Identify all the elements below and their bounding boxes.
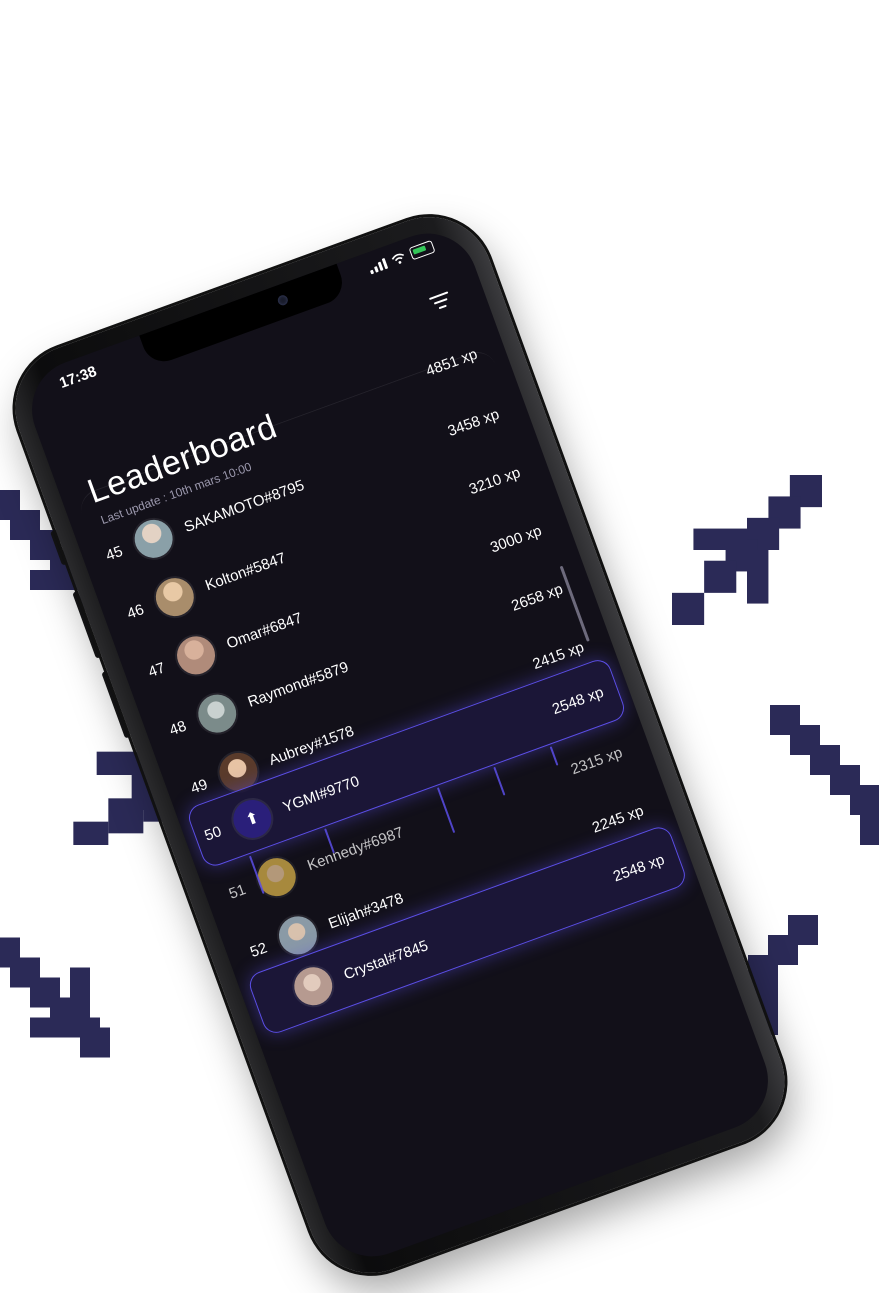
avatar xyxy=(252,852,302,902)
wifi-icon xyxy=(391,253,404,264)
xp-value: 2548 xp xyxy=(610,850,667,885)
xp-value: 3210 xp xyxy=(466,463,523,498)
xp-value: 4851 xp xyxy=(423,345,480,380)
rank-number xyxy=(258,995,290,1007)
rank-number: 45 xyxy=(103,542,125,565)
xp-value: 2658 xp xyxy=(509,580,566,615)
rank-number: 47 xyxy=(145,658,168,681)
avatar xyxy=(129,514,178,564)
rank-number: 50 xyxy=(202,822,224,845)
rank-number: 49 xyxy=(188,775,210,798)
pixel-sword-icon xyxy=(672,475,822,625)
rank-number: 46 xyxy=(124,600,147,623)
xp-value: 3000 xp xyxy=(487,521,544,557)
avatar xyxy=(171,631,221,680)
rank-number: 48 xyxy=(167,717,189,739)
xp-value: 2315 xp xyxy=(568,743,625,778)
status-time: 17:38 xyxy=(57,362,99,392)
rank-number: 52 xyxy=(247,938,270,961)
pixel-sword-icon xyxy=(770,705,879,845)
rank-number: 51 xyxy=(226,880,249,903)
avatar xyxy=(192,689,242,738)
rank-number xyxy=(76,487,108,499)
avatar xyxy=(150,572,200,622)
arrow-up-icon: ⬆ xyxy=(228,794,277,844)
xp-value: 2245 xp xyxy=(589,801,646,837)
camera-icon xyxy=(276,293,290,307)
signal-icon xyxy=(368,257,389,275)
xp-value: 3458 xp xyxy=(445,405,502,440)
leaderboard-list[interactable]: 4851 xp 45 SAKAMOTO#8795 3458 xp 46 Kolt… xyxy=(75,345,769,1266)
avatar xyxy=(288,961,338,1011)
pixel-sword-icon xyxy=(0,937,110,1058)
xp-value: 2548 xp xyxy=(549,683,606,718)
battery-icon xyxy=(408,239,436,261)
filter-menu-icon[interactable] xyxy=(428,288,454,316)
